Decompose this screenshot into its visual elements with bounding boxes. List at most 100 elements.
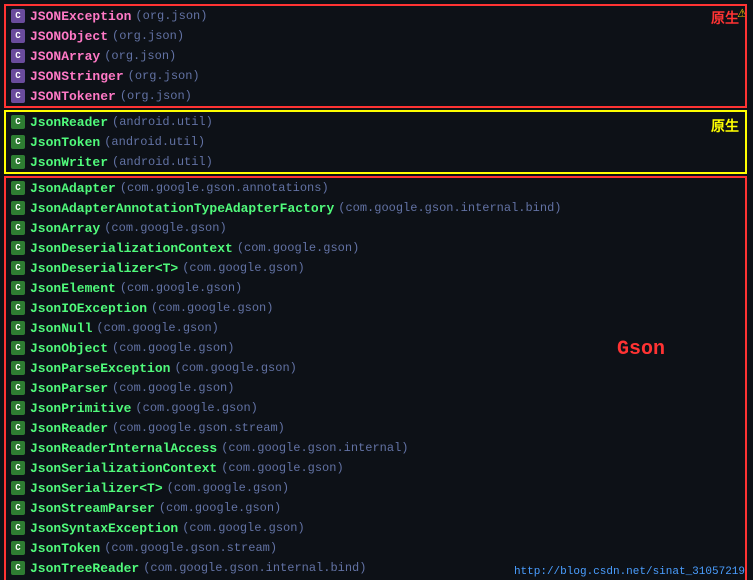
class-icon: C <box>10 320 26 336</box>
list-item: C JsonReader (android.util) <box>6 112 745 132</box>
class-icon: C <box>10 420 26 436</box>
list-item: C JsonParseException (com.google.gson) <box>6 358 745 378</box>
section-org-json: 原生 C JSONException (org.json) C JSONObje… <box>4 4 747 108</box>
class-icon: C <box>10 200 26 216</box>
class-icon: C <box>10 440 26 456</box>
list-item: C JSONArray (org.json) <box>6 46 745 66</box>
list-item: C JSONStringer (org.json) <box>6 66 745 86</box>
class-name: JsonStreamParser <box>30 501 155 516</box>
package-name: (com.google.gson) <box>221 461 343 475</box>
package-name: (org.json) <box>112 29 184 43</box>
section-gson: Gson C JsonAdapter (com.google.gson.anno… <box>4 176 747 580</box>
class-name: JsonNull <box>30 321 92 336</box>
package-name: (com.google.gson.stream) <box>104 541 277 555</box>
class-name: JSONStringer <box>30 69 124 84</box>
package-name: (org.json) <box>128 69 200 83</box>
class-icon: C <box>10 180 26 196</box>
class-icon: C <box>10 240 26 256</box>
package-name: (com.google.gson) <box>112 381 234 395</box>
class-name: JsonAdapterAnnotationTypeAdapterFactory <box>30 201 334 216</box>
package-name: (android.util) <box>104 135 205 149</box>
class-icon: C <box>10 300 26 316</box>
list-item: C JsonNull (com.google.gson) <box>6 318 745 338</box>
class-icon: C <box>10 260 26 276</box>
gson-label: Gson <box>617 338 665 361</box>
package-name: (org.json) <box>104 49 176 63</box>
list-item: C JsonWriter (android.util) <box>6 152 745 172</box>
class-icon: C <box>10 8 26 24</box>
list-item: C JsonIOException (com.google.gson) <box>6 298 745 318</box>
class-icon: C <box>10 68 26 84</box>
package-name: (org.json) <box>135 9 207 23</box>
class-name: JsonReaderInternalAccess <box>30 441 217 456</box>
class-name: JsonPrimitive <box>30 401 131 416</box>
class-name: JsonArray <box>30 221 100 236</box>
class-name: JsonParseException <box>30 361 170 376</box>
class-name: JsonParser <box>30 381 108 396</box>
class-name: JsonSerializer<T> <box>30 481 163 496</box>
class-name: JsonAdapter <box>30 181 116 196</box>
class-name: JsonTreeReader <box>30 561 139 576</box>
class-name: JsonToken <box>30 541 100 556</box>
list-item: C JsonAdapterAnnotationTypeAdapterFactor… <box>6 198 745 218</box>
class-icon: C <box>10 340 26 356</box>
package-name: (com.google.gson) <box>182 521 304 535</box>
class-name: JsonToken <box>30 135 100 150</box>
list-item: C JsonArray (com.google.gson) <box>6 218 745 238</box>
class-icon: C <box>10 560 26 576</box>
list-item: C JsonToken (android.util) <box>6 132 745 152</box>
class-icon: C <box>10 28 26 44</box>
list-item: C JSONTokener (org.json) <box>6 86 745 106</box>
list-item: C JsonParser (com.google.gson) <box>6 378 745 398</box>
package-name: (android.util) <box>112 115 213 129</box>
class-icon: C <box>10 460 26 476</box>
list-item: C JsonSerializationContext (com.google.g… <box>6 458 745 478</box>
class-name: JsonObject <box>30 341 108 356</box>
yuan-label-1: 原生 <box>711 8 739 28</box>
class-icon: C <box>10 360 26 376</box>
class-icon: C <box>10 220 26 236</box>
package-name: (com.google.gson) <box>112 341 234 355</box>
class-name: JsonSerializationContext <box>30 461 217 476</box>
list-item: C JsonPrimitive (com.google.gson) <box>6 398 745 418</box>
list-item: C JSONException (org.json) <box>6 6 745 26</box>
package-name: (com.google.gson.internal.bind) <box>143 561 366 575</box>
package-name: (com.google.gson) <box>120 281 242 295</box>
class-icon: C <box>10 280 26 296</box>
list-item: C JsonDeserializer<T> (com.google.gson) <box>6 258 745 278</box>
section-android-util: 原生 C JsonReader (android.util) C JsonTok… <box>4 110 747 174</box>
list-item: C JsonDeserializationContext (com.google… <box>6 238 745 258</box>
package-name: (org.json) <box>120 89 192 103</box>
class-name: JsonElement <box>30 281 116 296</box>
list-item: C JsonReader (com.google.gson.stream) <box>6 418 745 438</box>
class-name: JSONArray <box>30 49 100 64</box>
class-icon: C <box>10 154 26 170</box>
class-icon: C <box>10 114 26 130</box>
class-icon: C <box>10 48 26 64</box>
package-name: (android.util) <box>112 155 213 169</box>
main-container: ⚠ 原生 C JSONException (org.json) C JSONOb… <box>0 0 753 580</box>
class-icon: C <box>10 480 26 496</box>
package-name: (com.google.gson) <box>151 301 273 315</box>
class-name: JsonReader <box>30 421 108 436</box>
package-name: (com.google.gson.internal.bind) <box>338 201 561 215</box>
list-item: C JSONObject (org.json) <box>6 26 745 46</box>
class-name: JSONException <box>30 9 131 24</box>
list-item: C JsonReaderInternalAccess (com.google.g… <box>6 438 745 458</box>
list-item: C JsonAdapter (com.google.gson.annotatio… <box>6 178 745 198</box>
class-icon: C <box>10 520 26 536</box>
class-icon: C <box>10 400 26 416</box>
package-name: (com.google.gson) <box>159 501 281 515</box>
package-name: (com.google.gson) <box>167 481 289 495</box>
list-item: C JsonElement (com.google.gson) <box>6 278 745 298</box>
class-icon: C <box>10 88 26 104</box>
class-icon: C <box>10 380 26 396</box>
package-name: (com.google.gson) <box>174 361 296 375</box>
package-name: (com.google.gson) <box>104 221 226 235</box>
class-icon: C <box>10 134 26 150</box>
package-name: (com.google.gson) <box>237 241 359 255</box>
package-name: (com.google.gson) <box>96 321 218 335</box>
yuan-label-2: 原生 <box>711 116 739 136</box>
list-item: C JsonSyntaxException (com.google.gson) <box>6 518 745 538</box>
class-name: JsonSyntaxException <box>30 521 178 536</box>
